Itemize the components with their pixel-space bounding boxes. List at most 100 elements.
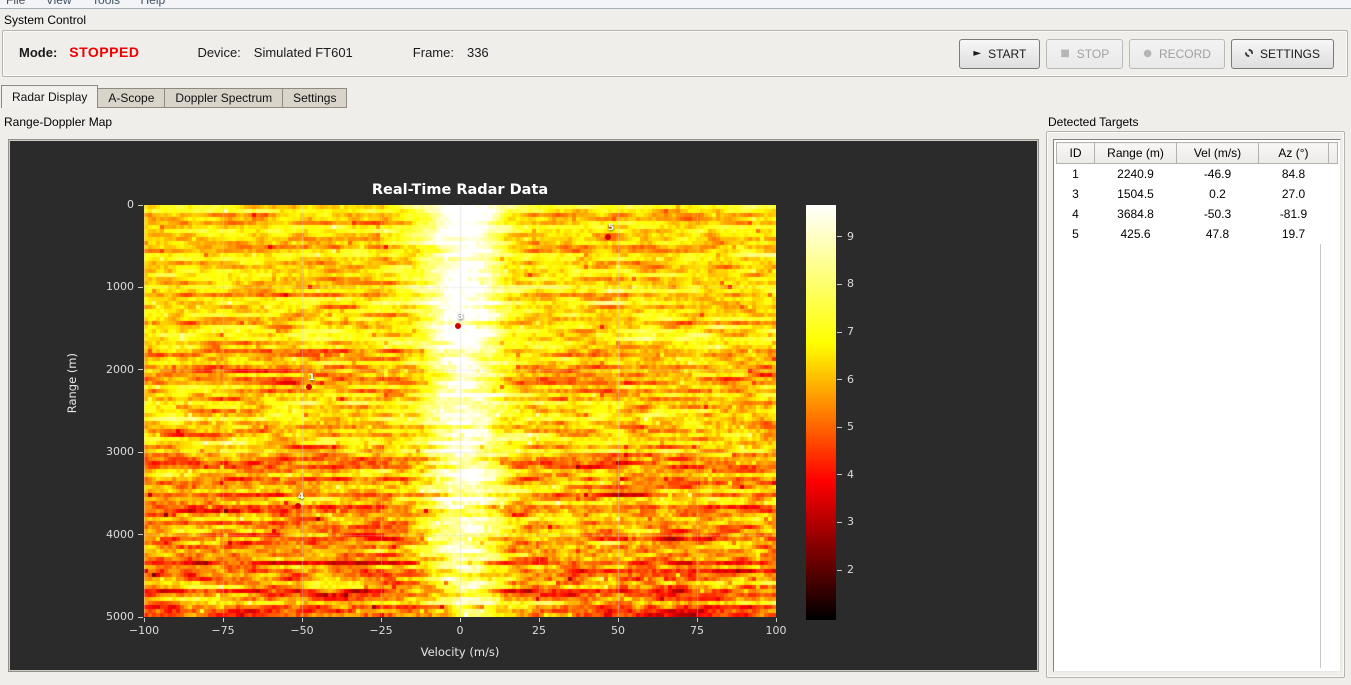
target-cell: 3684.8 bbox=[1094, 203, 1177, 224]
target-cell: -50.3 bbox=[1176, 203, 1259, 224]
tab-settings[interactable]: Settings bbox=[283, 88, 348, 108]
y-tick-mark bbox=[138, 451, 143, 453]
y-tick-label: 1000 bbox=[106, 280, 134, 294]
y-tick-mark bbox=[138, 286, 143, 288]
target-cell: -81.9 bbox=[1258, 203, 1329, 224]
target-cell bbox=[1328, 163, 1338, 184]
target-cell bbox=[1328, 183, 1338, 204]
y-tick-label: 4000 bbox=[106, 527, 134, 541]
tab-radar-display[interactable]: Radar Display bbox=[1, 85, 99, 108]
x-tick-label: −100 bbox=[128, 624, 160, 637]
target-cell: 19.7 bbox=[1258, 223, 1329, 244]
x-tick-mark bbox=[538, 618, 540, 622]
detected-targets-table: ID Range (m) Vel (m/s) Az (°) 1 2240.9 -46… bbox=[1056, 142, 1338, 244]
target-marker-circle bbox=[305, 383, 312, 390]
x-tick-label: −25 bbox=[369, 624, 393, 637]
colorbar-tick-mark bbox=[837, 379, 842, 381]
target-row[interactable]: 5 425.6 47.8 19.7 bbox=[1056, 223, 1338, 244]
x-tick-mark bbox=[380, 618, 382, 622]
target-cell: 5 bbox=[1056, 223, 1095, 244]
settings-button-label: SETTINGS bbox=[1259, 47, 1320, 61]
mode-label: Mode: bbox=[19, 45, 58, 60]
table-header-row: ID Range (m) Vel (m/s) Az (°) bbox=[1056, 142, 1338, 164]
stop-button[interactable]: ■ STOP bbox=[1046, 39, 1124, 69]
colorbar-tick-mark bbox=[837, 426, 842, 428]
control-buttons: ► START ■ STOP ● RECORD SETTINGS bbox=[959, 39, 1334, 69]
colorbar-tick-label: 4 bbox=[847, 467, 854, 481]
y-tick-mark bbox=[138, 616, 143, 618]
x-tick-mark bbox=[617, 618, 619, 622]
menu-file[interactable]: File bbox=[6, 0, 25, 8]
column-header-vel[interactable]: Vel (m/s) bbox=[1176, 142, 1259, 164]
system-control-title: System Control bbox=[4, 13, 87, 27]
colorbar-tick-label: 6 bbox=[847, 372, 854, 386]
target-cell: 1 bbox=[1056, 163, 1095, 184]
tab-a-scope[interactable]: A-Scope bbox=[98, 88, 166, 108]
y-tick-mark bbox=[138, 369, 143, 371]
mode-status-value: STOPPED bbox=[69, 44, 140, 60]
x-tick-mark bbox=[775, 618, 777, 622]
target-cell: 2240.9 bbox=[1094, 163, 1177, 184]
target-cell: 0.2 bbox=[1176, 183, 1259, 204]
target-row[interactable]: 1 2240.9 -46.9 84.8 bbox=[1056, 163, 1338, 184]
range-doppler-plot-panel: Real-Time Radar Data Velocity (m/s) Rang… bbox=[8, 139, 1039, 672]
range-doppler-heatmap bbox=[144, 205, 776, 617]
target-cell: 47.8 bbox=[1176, 223, 1259, 244]
x-tick-mark bbox=[301, 618, 303, 622]
x-axis-label: Velocity (m/s) bbox=[420, 645, 500, 659]
y-tick-label: 3000 bbox=[106, 445, 134, 459]
menu-view[interactable]: View bbox=[46, 0, 72, 8]
start-button[interactable]: ► START bbox=[959, 39, 1041, 69]
y-tick-label: 2000 bbox=[106, 362, 134, 376]
y-tick-label: 5000 bbox=[106, 610, 134, 623]
x-tick-mark bbox=[222, 618, 224, 622]
radar-app-window: { "menu": { "items": ["File", "View", "T… bbox=[0, 0, 1351, 685]
colorbar-tick-label: 8 bbox=[847, 277, 854, 291]
stop-button-label: STOP bbox=[1076, 47, 1110, 61]
record-button-label: RECORD bbox=[1158, 47, 1211, 61]
record-button[interactable]: ● RECORD bbox=[1129, 39, 1225, 69]
x-tick-mark bbox=[143, 618, 145, 622]
y-tick-mark bbox=[138, 534, 143, 536]
target-marker-id-label: 5 bbox=[607, 223, 615, 234]
colorbar-tick-mark bbox=[837, 474, 842, 476]
play-icon: ► bbox=[973, 48, 982, 59]
scrollbar-track[interactable] bbox=[1320, 244, 1321, 668]
column-header-id[interactable]: ID bbox=[1056, 142, 1095, 164]
colorbar-tick-mark bbox=[837, 521, 842, 523]
colorbar-tick-label: 3 bbox=[847, 515, 854, 529]
x-tick-label: 0 bbox=[456, 624, 464, 637]
target-cell: 84.8 bbox=[1258, 163, 1329, 184]
target-cell: 3 bbox=[1056, 183, 1095, 204]
target-cell: 4 bbox=[1056, 203, 1095, 224]
x-tick-label: −50 bbox=[290, 624, 314, 637]
target-marker-circle bbox=[454, 322, 461, 329]
target-cell: -46.9 bbox=[1176, 163, 1259, 184]
x-tick-label: 100 bbox=[765, 624, 787, 637]
colorbar-tick-mark bbox=[837, 331, 842, 333]
colorbar-tick-label: 5 bbox=[847, 420, 854, 434]
status-row: Mode: STOPPED Device: Simulated FT601 Fr… bbox=[19, 44, 489, 60]
column-header-spacer bbox=[1328, 142, 1338, 164]
target-row[interactable]: 4 3684.8 -50.3 -81.9 bbox=[1056, 203, 1338, 224]
target-row[interactable]: 3 1504.5 0.2 27.0 bbox=[1056, 183, 1338, 204]
tab-bar: Radar Display A-Scope Doppler Spectrum S… bbox=[1, 85, 348, 108]
y-tick-mark bbox=[138, 204, 143, 206]
frame-label: Frame: bbox=[412, 45, 454, 60]
column-header-range[interactable]: Range (m) bbox=[1094, 142, 1177, 164]
settings-button[interactable]: SETTINGS bbox=[1230, 39, 1334, 69]
menu-help[interactable]: Help bbox=[141, 0, 166, 8]
target-marker-circle bbox=[295, 502, 302, 509]
tab-doppler-spectrum[interactable]: Doppler Spectrum bbox=[165, 88, 284, 108]
colorbar-tick-label: 2 bbox=[847, 563, 854, 577]
system-control-groupbox: Mode: STOPPED Device: Simulated FT601 Fr… bbox=[2, 30, 1348, 77]
target-marker-id-label: 4 bbox=[297, 491, 305, 502]
device-label: Device: bbox=[197, 45, 241, 60]
target-cell bbox=[1328, 203, 1338, 224]
start-button-label: START bbox=[988, 47, 1027, 61]
column-header-az[interactable]: Az (°) bbox=[1258, 142, 1329, 164]
detected-targets-table-container: ID Range (m) Vel (m/s) Az (°) 1 2240.9 -46… bbox=[1053, 139, 1341, 672]
colorbar bbox=[806, 205, 836, 620]
target-cell: 1504.5 bbox=[1094, 183, 1177, 204]
menu-tools[interactable]: Tools bbox=[92, 0, 120, 8]
